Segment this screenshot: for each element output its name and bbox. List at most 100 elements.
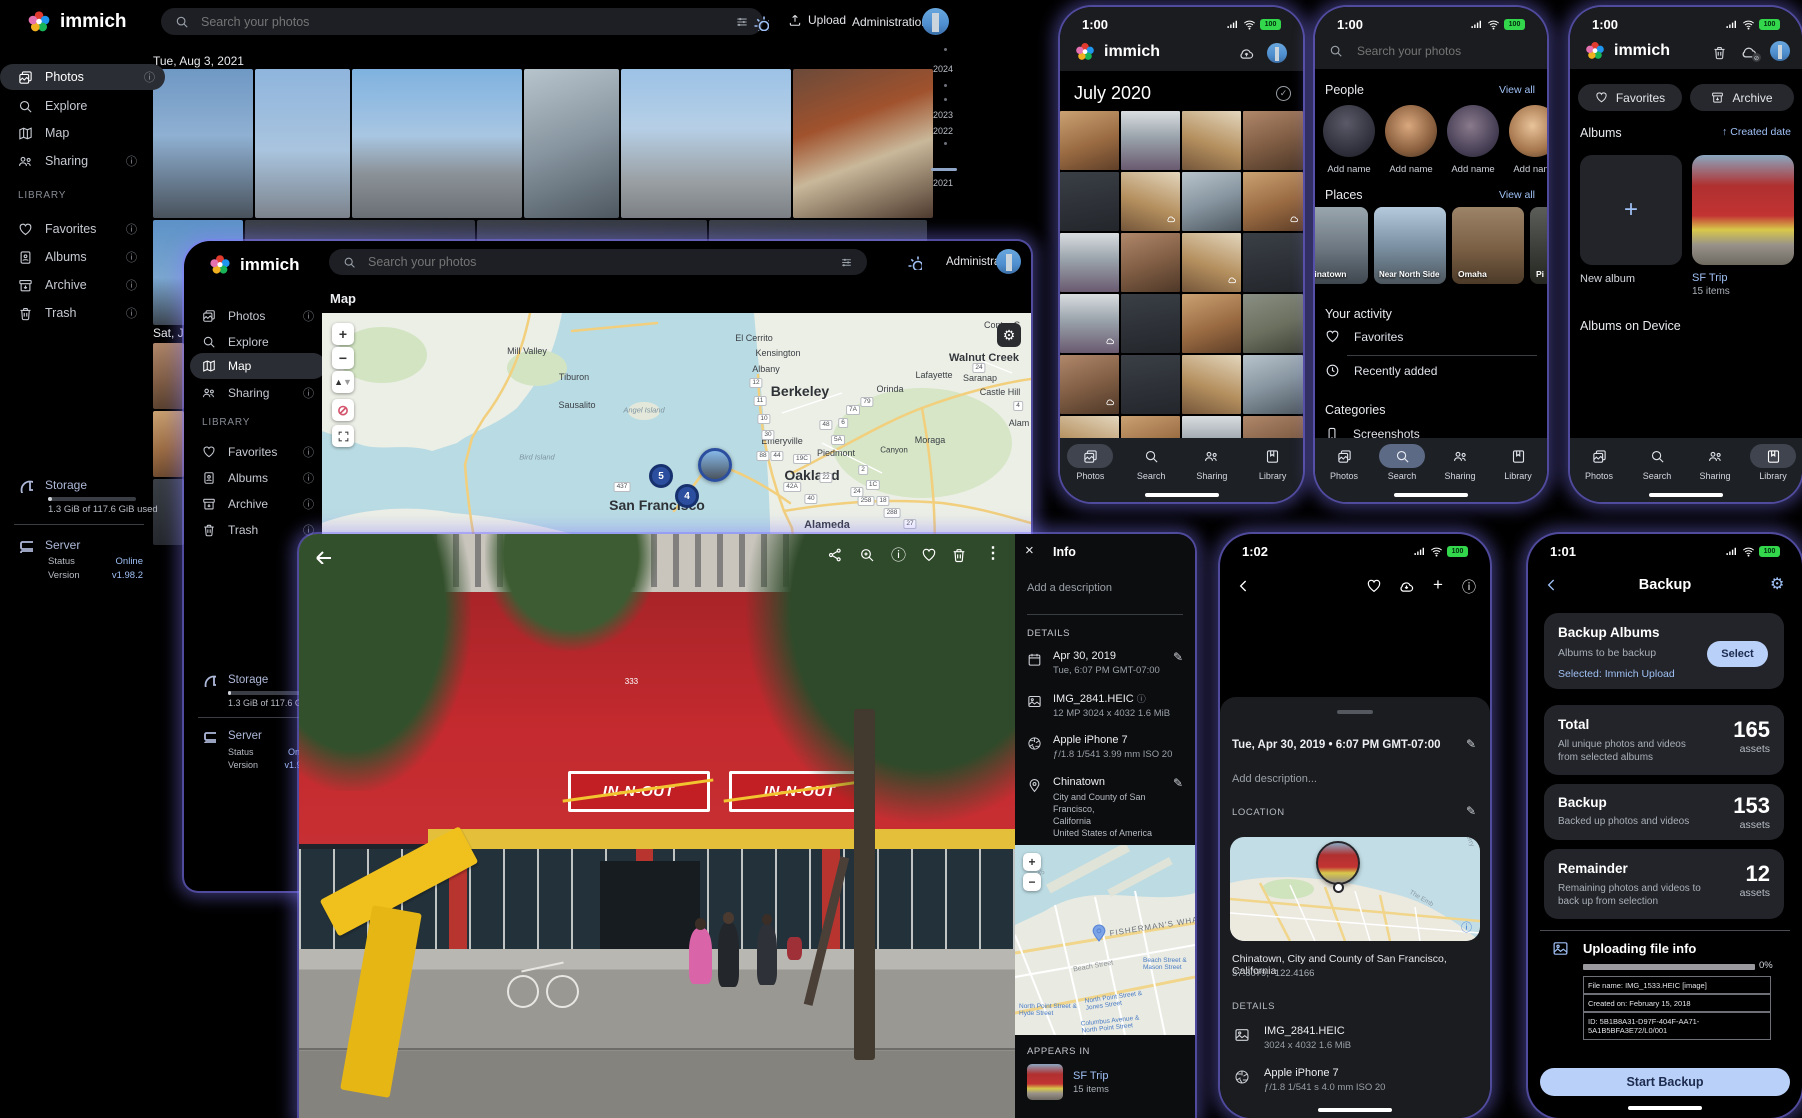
search-bar[interactable] <box>161 8 763 35</box>
sidebar-item-sharing[interactable]: Sharing ⓘ <box>202 380 314 406</box>
photo-main[interactable]: IN-N-OUT IN-N-OUT 333 <box>299 534 1015 1118</box>
search-bar[interactable] <box>1329 43 1529 59</box>
zoom-out-button[interactable]: − <box>332 347 354 369</box>
map-settings-button[interactable]: ⚙ <box>997 323 1021 347</box>
face[interactable] <box>1509 105 1547 157</box>
start-backup-button[interactable]: Start Backup <box>1540 1068 1790 1096</box>
photo-thumbnail[interactable] <box>1121 111 1180 170</box>
add-name-link[interactable]: Add name <box>1385 164 1437 175</box>
face[interactable] <box>1447 105 1499 157</box>
settings-gear-icon[interactable]: ⚙ <box>1770 574 1784 594</box>
avatar[interactable] <box>922 8 949 35</box>
photo-thumbnail[interactable] <box>1060 233 1119 292</box>
add-name-link[interactable]: Add name <box>1323 164 1375 175</box>
edit-location-icon[interactable]: ✎ <box>1173 776 1183 790</box>
select-button[interactable]: Select <box>1707 641 1768 667</box>
upload-button[interactable]: Upload <box>788 13 846 27</box>
photo-thumbnail[interactable] <box>524 69 619 218</box>
administration-link[interactable]: Administration <box>852 15 928 29</box>
cloud-off-icon[interactable]: ⊘ <box>1740 43 1758 61</box>
nav-library[interactable]: Library <box>1490 444 1546 481</box>
photo-thumbnail[interactable] <box>153 411 184 477</box>
avatar[interactable] <box>996 249 1021 274</box>
photo-thumbnail[interactable] <box>1182 172 1241 231</box>
archive-chip[interactable]: Archive <box>1690 84 1794 111</box>
photo-thumbnail[interactable] <box>1121 172 1180 231</box>
more-options-icon[interactable]: ⋮ <box>985 543 1001 563</box>
photo-thumbnail[interactable] <box>1121 355 1180 414</box>
back-icon[interactable] <box>1236 578 1252 594</box>
sheet-handle[interactable] <box>1337 710 1373 714</box>
search-bar[interactable] <box>329 249 867 275</box>
sidebar-item-trash[interactable]: Trash ⓘ <box>202 517 314 543</box>
avatar[interactable] <box>1267 43 1287 63</box>
zoom-in-button[interactable]: + <box>332 323 354 345</box>
add-name-link[interactable]: Add name <box>1447 164 1499 175</box>
nav-library[interactable]: Library <box>1745 444 1801 481</box>
search-input[interactable] <box>199 14 725 30</box>
place-tile[interactable]: Chinatown <box>1315 207 1368 284</box>
share-icon[interactable] <box>827 547 843 563</box>
description-field[interactable]: Add description... <box>1232 773 1317 785</box>
photo-thumbnail[interactable] <box>1243 111 1303 170</box>
compass-button[interactable]: ▲▼ <box>332 371 354 393</box>
places-view-all[interactable]: View all <box>1499 189 1535 201</box>
nav-search[interactable]: Search <box>1123 444 1179 481</box>
new-album-tile[interactable]: + <box>1580 155 1682 265</box>
photo-thumbnail[interactable] <box>1060 355 1119 414</box>
avatar[interactable] <box>1770 41 1790 61</box>
nav-sharing[interactable]: Sharing <box>1432 444 1488 481</box>
photo-thumbnail[interactable] <box>1182 233 1241 292</box>
favorites-row[interactable]: Favorites <box>1325 329 1403 344</box>
photo-thumbnail[interactable] <box>1060 111 1119 170</box>
backup-cloud-icon[interactable] <box>1238 45 1255 62</box>
immich-logo[interactable]: immich <box>26 9 127 35</box>
photo-thumbnail[interactable] <box>1243 172 1303 231</box>
sidebar-item-map[interactable]: Map <box>190 353 326 379</box>
info-icon[interactable]: ⓘ <box>891 544 906 565</box>
album-tile[interactable] <box>1692 155 1794 265</box>
theme-toggle-icon[interactable] <box>906 254 922 270</box>
sidebar-item-explore[interactable]: Explore <box>18 93 147 119</box>
sidebar-item-albums[interactable]: Albums ⓘ <box>202 465 314 491</box>
photo-thumbnail[interactable] <box>1121 233 1180 292</box>
theme-toggle-icon[interactable] <box>752 14 769 31</box>
sidebar-item-archive[interactable]: Archive ⓘ <box>18 272 147 298</box>
photo-thumbnail[interactable] <box>352 69 522 218</box>
photo-thumbnail[interactable] <box>1182 111 1241 170</box>
nav-photos[interactable]: Photos <box>1316 444 1372 481</box>
sidebar-item-albums[interactable]: Albums ⓘ <box>18 244 147 270</box>
zoom-icon[interactable] <box>859 547 875 563</box>
photo-thumbnail[interactable] <box>153 69 253 218</box>
photo-thumbnail[interactable] <box>255 69 350 218</box>
people-view-all[interactable]: View all <box>1499 84 1535 96</box>
edit-location-icon[interactable]: ✎ <box>1466 804 1476 818</box>
zoom-in-button[interactable]: + <box>1023 853 1041 871</box>
sidebar-item-sharing[interactable]: Sharing ⓘ <box>18 148 147 174</box>
immich-logo[interactable]: immich <box>208 253 300 277</box>
nav-library[interactable]: Library <box>1245 444 1301 481</box>
info-icon[interactable]: ⓘ <box>1462 577 1476 597</box>
face[interactable] <box>1323 105 1375 157</box>
filter-icon[interactable] <box>840 256 853 269</box>
fullscreen-button[interactable] <box>332 425 354 447</box>
nav-sharing[interactable]: Sharing <box>1184 444 1240 481</box>
favorite-icon[interactable] <box>921 547 937 563</box>
photo-thumbnail[interactable] <box>1182 294 1241 353</box>
upload-cloud-icon[interactable] <box>1398 578 1415 595</box>
photo-thumbnail[interactable] <box>1243 294 1303 353</box>
edit-date-icon[interactable]: ✎ <box>1173 650 1183 664</box>
sidebar-item-map[interactable]: Map <box>18 120 147 146</box>
sidebar-item-favorites[interactable]: Favorites ⓘ <box>202 439 314 465</box>
photo-thumbnail[interactable] <box>1060 294 1119 353</box>
select-all-icon[interactable]: ✓ <box>1276 86 1291 101</box>
add-name-link[interactable]: Add name <box>1509 164 1547 175</box>
zoom-out-button[interactable]: − <box>1023 873 1041 891</box>
photo-thumbnail[interactable] <box>1121 294 1180 353</box>
scrubber-handle[interactable] <box>931 168 957 171</box>
sidebar-item-archive[interactable]: Archive ⓘ <box>202 491 314 517</box>
back-icon[interactable] <box>313 546 331 564</box>
nav-sharing[interactable]: Sharing <box>1687 444 1743 481</box>
close-icon[interactable]: × <box>1025 542 1034 559</box>
sidebar-item-explore[interactable]: Explore <box>202 329 314 355</box>
